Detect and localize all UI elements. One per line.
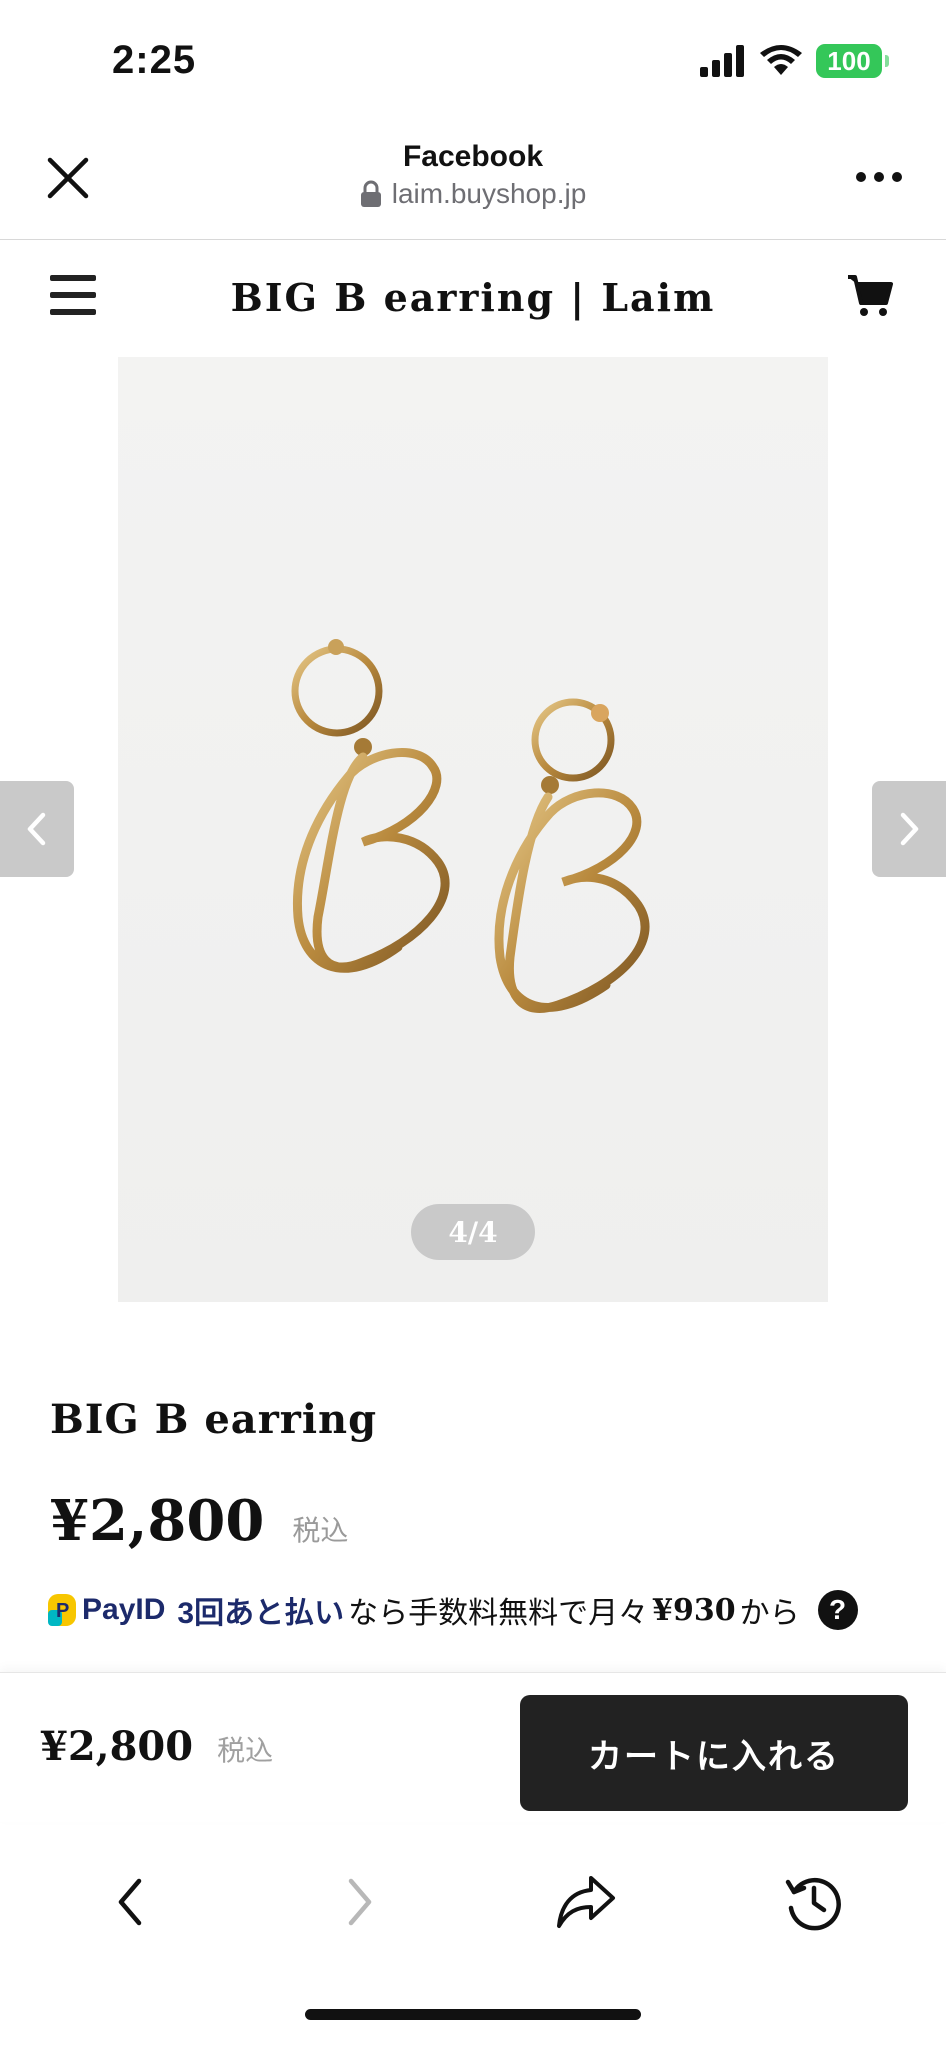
product-image[interactable] xyxy=(118,357,828,1302)
payid-amount: ¥930 xyxy=(652,1592,736,1628)
svg-text:P: P xyxy=(56,1600,69,1622)
payid-offer: 3回あと払い xyxy=(177,1597,345,1630)
slide-counter: 4/4 xyxy=(411,1204,535,1260)
status-time: 2:25 xyxy=(112,38,197,82)
price-row: ¥2,800 税込 xyxy=(50,1488,348,1554)
lock-icon xyxy=(360,180,381,207)
add-to-cart-button[interactable]: カートに入れる xyxy=(520,1695,908,1811)
sticky-cart-bar: ¥2,800 税込 カートに入れる xyxy=(0,1672,946,1822)
share-button[interactable] xyxy=(554,1870,618,1934)
status-icons: 100 xyxy=(700,44,889,78)
history-icon xyxy=(785,1877,841,1931)
home-indicator[interactable] xyxy=(305,2009,641,2020)
history-button[interactable] xyxy=(782,1870,846,1934)
earrings-photo xyxy=(291,639,650,1013)
forward-icon xyxy=(348,1878,372,1926)
product-gallery: 4/4 xyxy=(0,357,946,1302)
previous-image-button[interactable] xyxy=(0,781,74,877)
cart-bar-price: ¥2,800 税込 xyxy=(40,1723,273,1770)
status-bar: 2:25 100 xyxy=(0,0,946,120)
battery-icon: 100 xyxy=(816,44,889,78)
wifi-icon xyxy=(760,45,802,75)
cart-bar-price-value: ¥2,800 xyxy=(40,1723,194,1770)
battery-level: 100 xyxy=(827,45,871,76)
payid-text: なら手数料無料で月々 xyxy=(348,1597,649,1630)
payid-promo: P PayID 3回あと払い なら手数料無料で月々 ¥930 から ? xyxy=(48,1588,858,1632)
help-icon[interactable]: ? xyxy=(817,1590,858,1630)
page-title: BIG B earring | Laim xyxy=(230,275,716,320)
back-button[interactable] xyxy=(98,1870,162,1934)
browser-title: Facebook xyxy=(402,140,544,173)
product-price: ¥2,800 xyxy=(50,1488,265,1554)
back-icon xyxy=(118,1878,142,1926)
chevron-left-icon xyxy=(27,812,46,846)
url-text: laim.buyshop.jp xyxy=(391,178,587,209)
signal-icon xyxy=(700,45,744,77)
share-icon xyxy=(557,1876,615,1928)
cart-bar-tax-label: 税込 xyxy=(217,1735,274,1766)
shop-header: BIG B earring | Laim xyxy=(0,241,946,351)
chevron-right-icon xyxy=(900,812,919,846)
payid-brand: PayID xyxy=(82,1593,166,1626)
in-app-browser-header: Facebook laim.buyshop.jp xyxy=(0,120,946,240)
forward-button[interactable] xyxy=(328,1870,392,1934)
tax-label: 税込 xyxy=(292,1515,349,1546)
browser-toolbar xyxy=(0,1840,946,1960)
product-name: BIG B earring xyxy=(50,1396,378,1443)
cart-icon[interactable] xyxy=(846,271,894,319)
next-image-button[interactable] xyxy=(872,781,946,877)
browser-url[interactable]: laim.buyshop.jp xyxy=(0,178,946,210)
more-icon[interactable] xyxy=(856,172,902,186)
payid-logo-icon: P xyxy=(48,1594,76,1626)
payid-text-suffix: から xyxy=(739,1597,800,1630)
